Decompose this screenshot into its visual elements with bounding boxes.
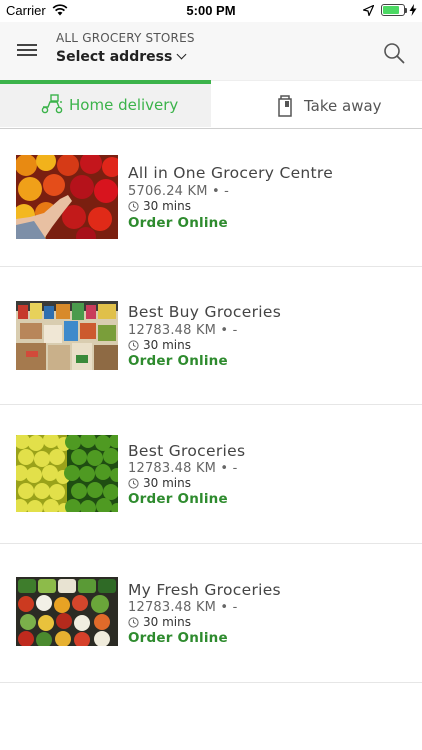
store-distance: 12783.48 KM • -	[128, 323, 238, 338]
store-list-item[interactable]: My Fresh Groceries 12783.48 KM • - 30 mi…	[0, 544, 422, 683]
tab-take-away[interactable]: Take away	[211, 80, 422, 127]
delivery-time: 30 mins	[143, 338, 191, 352]
clock-icon	[128, 201, 139, 212]
battery-icon	[381, 4, 405, 16]
lemons-limes-photo	[16, 435, 118, 512]
chevron-down-icon	[176, 49, 187, 60]
app-header: ALL GROCERY STORES Select address	[0, 22, 422, 80]
clock-icon	[128, 340, 139, 351]
store-distance: 12783.48 KM • -	[128, 600, 238, 615]
delivery-time-row: 30 mins	[128, 199, 191, 213]
order-online-link[interactable]: Order Online	[128, 215, 228, 231]
store-name: Best Groceries	[128, 442, 246, 460]
delivery-time: 30 mins	[143, 199, 191, 213]
delivery-time: 30 mins	[143, 476, 191, 490]
tab-home-delivery[interactable]: Home delivery	[0, 80, 211, 127]
order-online-link[interactable]: Order Online	[128, 630, 228, 646]
store-list-item[interactable]: Best Buy Groceries 12783.48 KM • - 30 mi…	[0, 266, 422, 405]
order-online-link[interactable]: Order Online	[128, 491, 228, 507]
select-address-button[interactable]: Select address	[56, 49, 187, 65]
peppers-photo	[16, 155, 118, 239]
tab-home-delivery-label: Home delivery	[69, 96, 179, 114]
store-name: All in One Grocery Centre	[128, 164, 334, 182]
search-icon[interactable]	[383, 42, 405, 64]
menu-icon[interactable]	[17, 44, 39, 60]
clock-icon	[128, 617, 139, 628]
charging-bolt-icon	[409, 4, 417, 16]
vegetable-bowls-photo	[16, 577, 118, 646]
takeaway-bag-icon	[278, 95, 292, 117]
tab-take-away-label: Take away	[304, 97, 382, 115]
delivery-time-row: 30 mins	[128, 615, 191, 629]
status-bar: Carrier 5:00 PM	[0, 0, 422, 22]
delivery-mode-tabs: Home delivery Take away	[0, 80, 422, 129]
store-distance: 12783.48 KM • -	[128, 461, 238, 476]
address-label: Select address	[56, 49, 173, 65]
store-category-label: ALL GROCERY STORES	[56, 31, 195, 45]
store-name: My Fresh Groceries	[128, 581, 281, 599]
store-list-item[interactable]: Best Groceries 12783.48 KM • - 30 mins O…	[0, 405, 422, 544]
battery-tip	[405, 8, 407, 13]
store-list-item[interactable]: All in One Grocery Centre 5706.24 KM • -…	[0, 128, 422, 267]
delivery-scooter-icon	[41, 94, 63, 114]
order-online-link[interactable]: Order Online	[128, 353, 228, 369]
delivery-time-row: 30 mins	[128, 338, 191, 352]
grocery-shelf-photo	[16, 301, 118, 370]
store-distance: 5706.24 KM • -	[128, 184, 230, 199]
status-time: 5:00 PM	[186, 3, 236, 18]
location-arrow-icon	[363, 5, 374, 16]
delivery-time: 30 mins	[143, 615, 191, 629]
delivery-time-row: 30 mins	[128, 476, 191, 490]
clock-icon	[128, 478, 139, 489]
store-name: Best Buy Groceries	[128, 303, 282, 321]
